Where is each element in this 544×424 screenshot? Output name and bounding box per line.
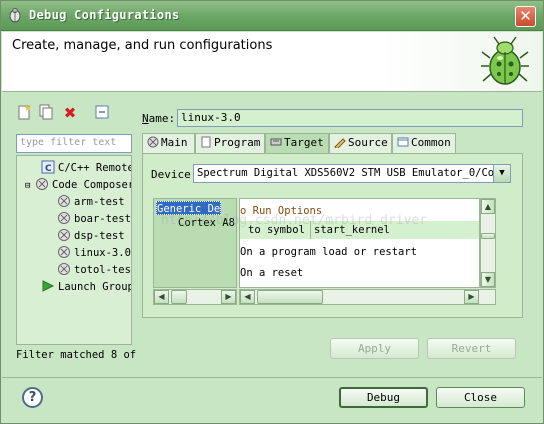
close-window-icon[interactable]: ✕ <box>515 6 536 27</box>
target-tab-icon <box>270 136 282 148</box>
c-icon: C <box>41 160 55 174</box>
tab-label: Main <box>161 136 188 149</box>
cpu-list[interactable]: Generic De Cortex A8 <box>153 198 237 288</box>
tab-label: Program <box>214 136 261 149</box>
apply-label: Apply <box>357 342 392 355</box>
config-tabs: Main Program Target Source Common <box>142 133 523 153</box>
scroll-left-icon[interactable]: ◀ <box>154 290 169 304</box>
run-options-heading: o Run Options <box>240 205 323 217</box>
symbol-input[interactable]: start_kernel <box>314 224 390 236</box>
debug-configurations-window: Debug Configurations ✕ Create, manage, a… <box>0 0 544 424</box>
program-tab-icon <box>200 136 212 148</box>
ccs-icon <box>57 194 71 208</box>
ccs-icon <box>57 228 71 242</box>
tab-source[interactable]: Source <box>329 133 392 153</box>
scroll-thumb[interactable] <box>481 233 495 239</box>
duplicate-icon[interactable] <box>37 104 55 122</box>
scroll-down-icon[interactable]: ▼ <box>481 272 495 287</box>
tree-item-code-composer[interactable]: ⊟ Code Composer <box>25 177 132 194</box>
tree-item-boar-test[interactable]: boar-test <box>57 211 131 227</box>
device-dropdown[interactable]: Spectrum Digital XDS560V2 STM USB Emulat… <box>193 164 511 183</box>
ccs-icon <box>57 262 71 276</box>
name-label: Name: <box>142 112 176 125</box>
scroll-thumb[interactable] <box>171 290 187 304</box>
close-button[interactable]: Close <box>436 387 525 408</box>
option-program-load[interactable]: On a program load or restart <box>240 246 417 258</box>
tree-item-launch-group[interactable]: Launch Group <box>41 279 132 295</box>
ccs-icon <box>57 245 71 259</box>
ccs-icon <box>57 211 71 225</box>
config-tree[interactable]: C C/C++ Remote ⊟ Code Composer arm-test bo… <box>16 155 132 345</box>
scroll-right-icon[interactable]: ▶ <box>464 290 479 304</box>
apply-button[interactable]: Apply <box>330 338 419 359</box>
tree-item-arm-test[interactable]: arm-test <box>57 194 125 210</box>
tree-item-label: boar-test <box>74 213 131 225</box>
cpu-item-generic[interactable]: Generic De <box>156 201 222 215</box>
scroll-thumb[interactable] <box>257 290 323 304</box>
delete-icon[interactable]: ✖ <box>61 104 79 122</box>
common-tab-icon <box>397 136 409 148</box>
tree-item-linux-3-0[interactable]: linux-3.0 <box>57 245 131 261</box>
close-label: Close <box>463 391 498 404</box>
bug-icon <box>481 36 529 85</box>
debug-button[interactable]: Debug <box>339 387 428 408</box>
tree-item-label: Code Composer <box>52 179 132 191</box>
collapse-toggle-icon[interactable]: ⊟ <box>25 178 35 194</box>
symbol-divider <box>310 221 311 239</box>
revert-button[interactable]: Revert <box>427 338 516 359</box>
tree-item-dsp-test[interactable]: dsp-test <box>57 228 125 244</box>
tree-item-label: linux-3.0 <box>74 247 131 259</box>
scroll-left-icon[interactable]: ◀ <box>240 290 255 304</box>
window-title: Debug Configurations <box>29 8 180 22</box>
tree-item-label: totol-test <box>74 264 132 276</box>
option-reset[interactable]: On a reset <box>240 267 303 279</box>
cpu-list-hscrollbar[interactable]: ◀ ▶ <box>153 289 237 305</box>
debug-bug-icon <box>9 7 21 23</box>
tree-item-label: dsp-test <box>74 230 125 242</box>
symbol-label: to symbol <box>248 224 305 236</box>
svg-text:C: C <box>45 164 52 174</box>
tree-item-label: arm-test <box>74 196 125 208</box>
title-bar: Debug Configurations ✕ <box>1 1 543 31</box>
chevron-down-icon[interactable]: ▼ <box>493 165 510 182</box>
scroll-up-icon[interactable]: ▲ <box>481 199 495 214</box>
cpu-item-cortex-a8[interactable]: Cortex A8 <box>178 216 235 230</box>
bottom-separator <box>2 377 542 378</box>
device-label: Device <box>151 168 191 181</box>
help-icon[interactable]: ? <box>22 387 43 408</box>
run-options-panel: o Run Options to symbol start_kernel On … <box>239 198 480 288</box>
source-tab-icon <box>334 136 346 150</box>
tab-label: Common <box>411 136 451 149</box>
debug-label: Debug <box>366 391 401 404</box>
launch-icon <box>41 279 55 293</box>
filter-status: Filter matched 8 of <box>16 349 137 361</box>
filter-input[interactable]: type filter text <box>16 134 132 153</box>
device-selected-value: Spectrum Digital XDS560V2 STM USB Emulat… <box>197 167 511 179</box>
tab-label: Source <box>348 136 388 149</box>
ccs-icon <box>35 177 49 191</box>
tab-common[interactable]: Common <box>392 133 456 153</box>
tree-item-cpp-remote[interactable]: C C/C++ Remote <box>41 160 132 176</box>
tab-main[interactable]: Main <box>142 133 195 153</box>
dialog-header: Create, manage, and run configurations <box>2 32 542 92</box>
new-config-icon[interactable] <box>15 104 33 122</box>
tree-item-totol-test[interactable]: totol-test <box>57 262 132 278</box>
tab-label: Target <box>284 136 324 149</box>
tab-program[interactable]: Program <box>195 133 265 153</box>
revert-label: Revert <box>451 342 492 355</box>
options-hscrollbar[interactable]: ◀ ▶ <box>239 289 496 305</box>
options-vscrollbar[interactable]: ▲ ▼ <box>480 198 496 288</box>
main-tab-icon <box>147 136 159 148</box>
tree-item-label: C/C++ Remote <box>58 162 132 174</box>
tree-item-label: Launch Group <box>58 281 132 293</box>
config-name-input[interactable]: linux-3.0 <box>177 109 523 127</box>
tab-target[interactable]: Target <box>265 133 329 153</box>
collapse-all-icon[interactable] <box>93 104 111 122</box>
header-title: Create, manage, and run configurations <box>12 38 273 53</box>
scroll-right-icon[interactable]: ▶ <box>221 290 236 304</box>
